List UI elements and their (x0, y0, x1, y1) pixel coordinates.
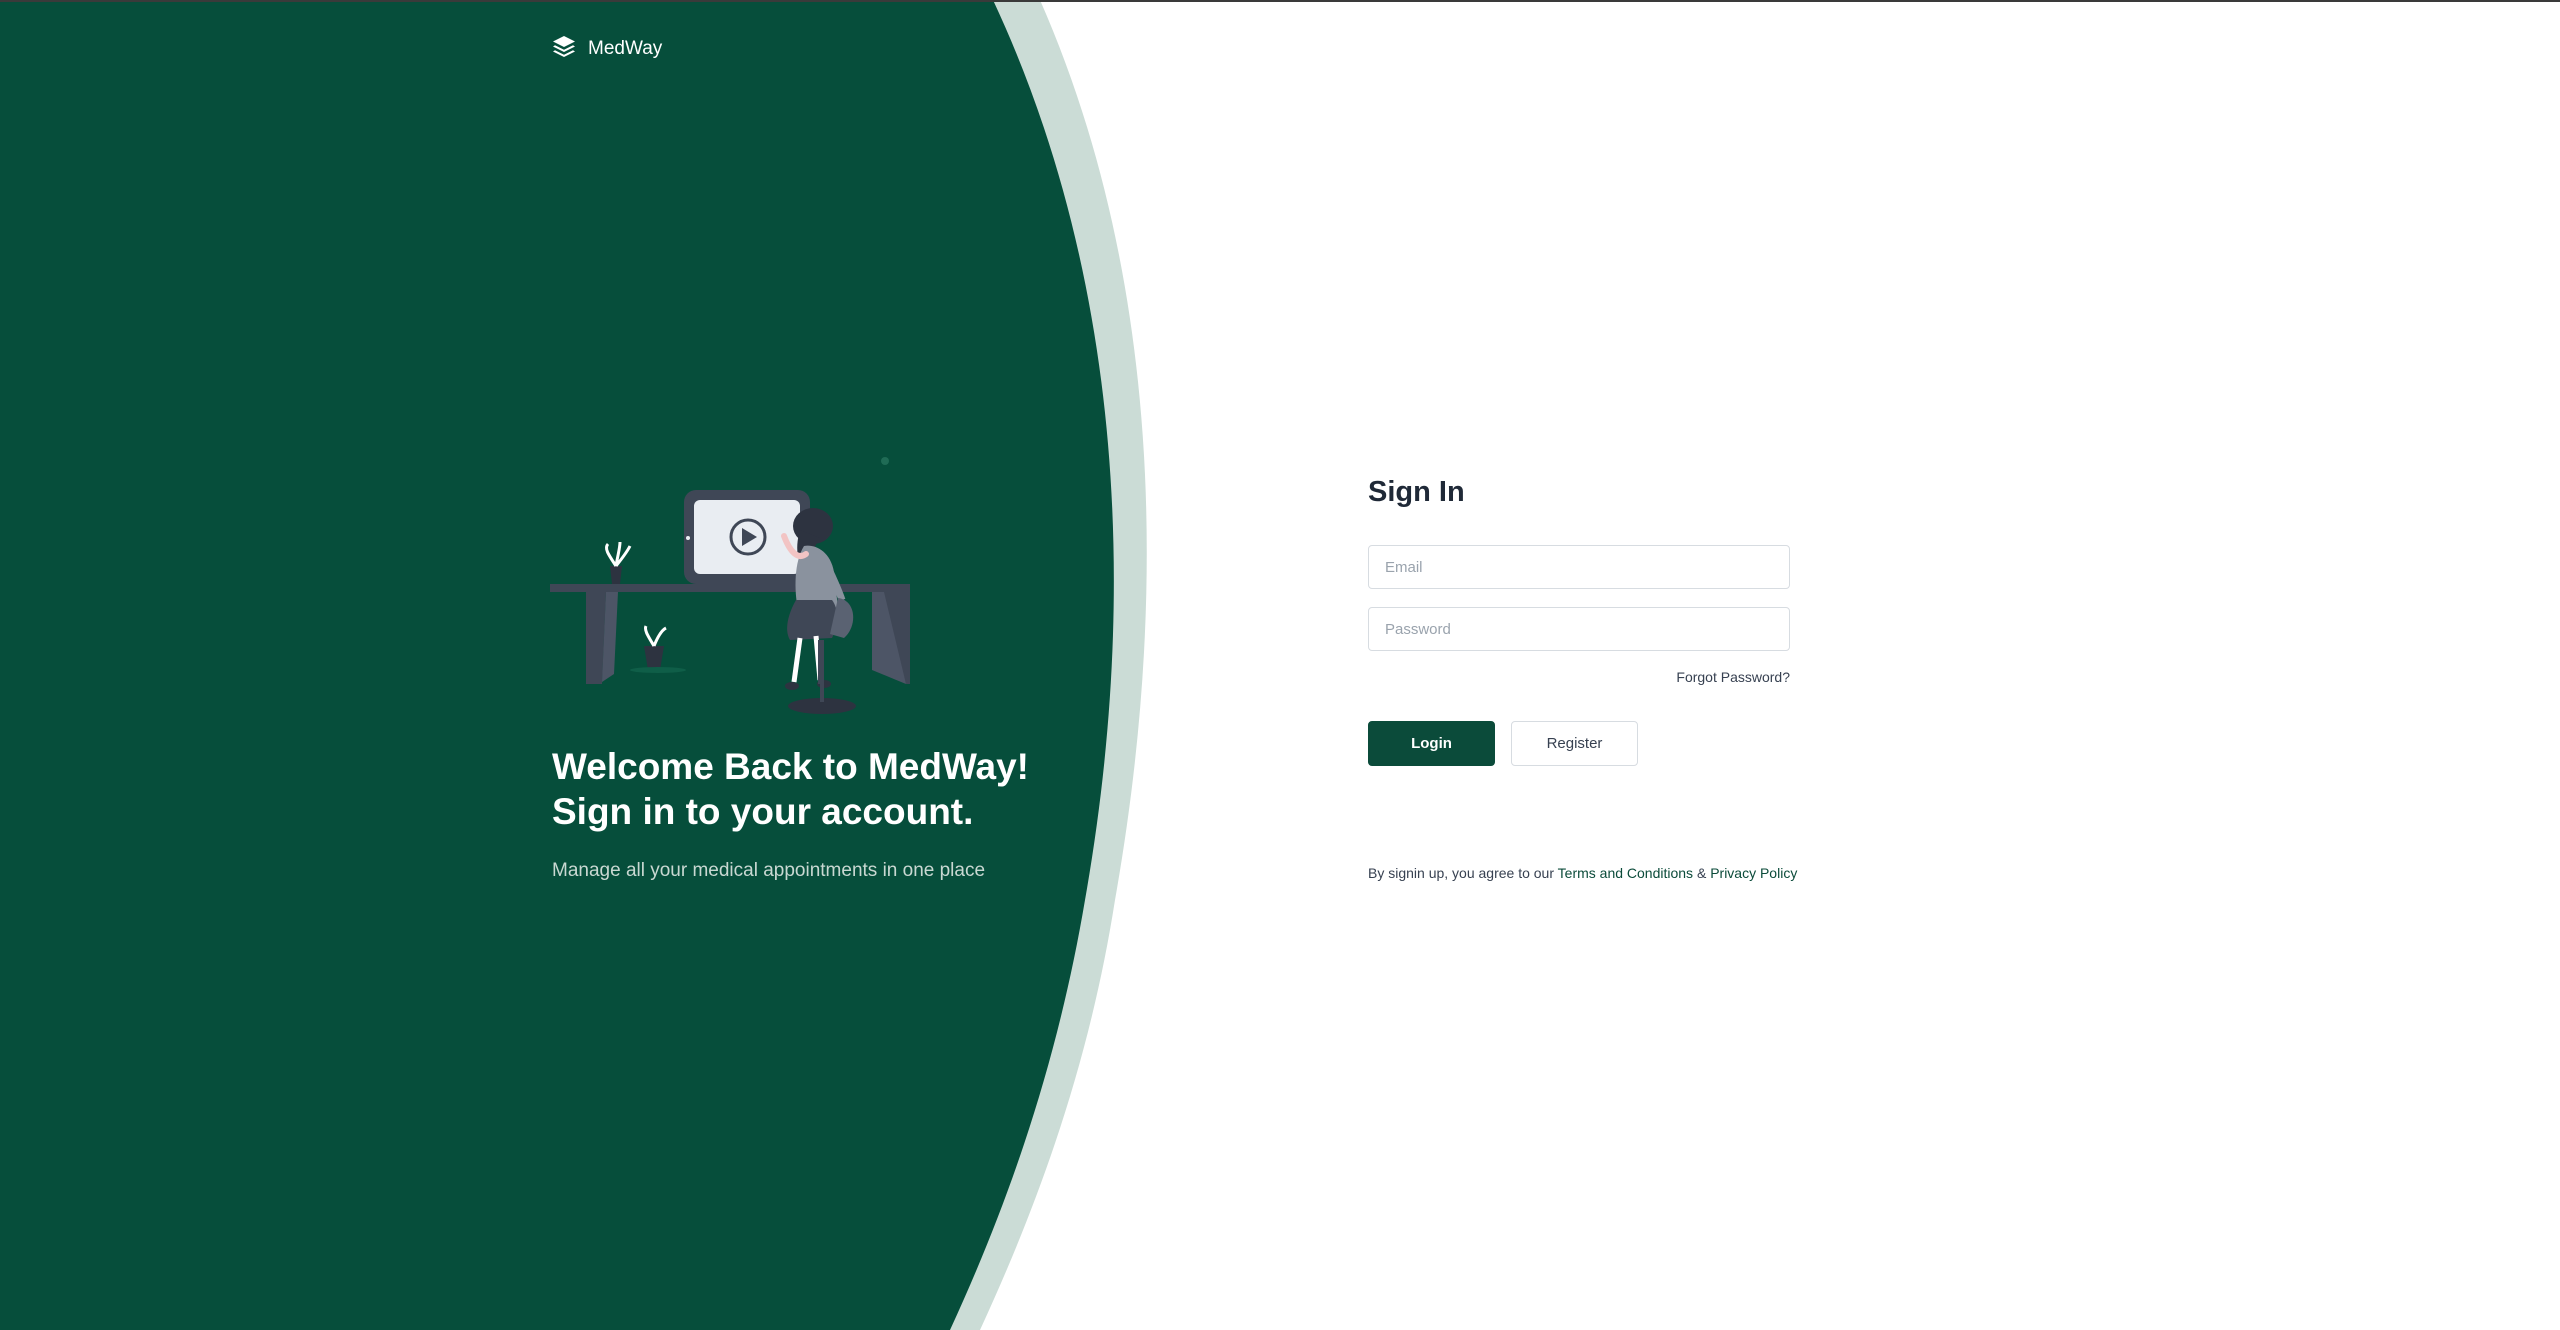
terms-ampersand: & (1693, 865, 1711, 881)
brand[interactable]: MedWay (552, 34, 662, 63)
signin-title: Sign In (1368, 476, 1465, 508)
top-border (0, 0, 2560, 2)
hero-title-line1: Welcome Back to MedWay! (552, 746, 1030, 787)
forgot-password-link[interactable]: Forgot Password? (1660, 669, 1790, 685)
terms-link[interactable]: Terms and Conditions (1558, 865, 1693, 881)
login-button[interactable]: Login (1368, 721, 1495, 766)
password-field[interactable] (1368, 607, 1790, 651)
hero-subtitle: Manage all your medical appointments in … (552, 860, 986, 881)
green-arc-background (0, 0, 1147, 1330)
privacy-policy-link[interactable]: Privacy Policy (1710, 865, 1797, 881)
register-button[interactable]: Register (1511, 721, 1638, 766)
terms-prefix: By signin up, you agree to our (1368, 865, 1558, 881)
terms-notice: By signin up, you agree to our Terms and… (1368, 865, 1797, 881)
hero-title: Welcome Back to MedWay! Sign in to your … (552, 744, 1112, 834)
email-field[interactable] (1368, 545, 1790, 589)
hero-title-line2: Sign in to your account. (552, 791, 974, 832)
brand-name: MedWay (588, 37, 663, 59)
desk-illustration (550, 490, 910, 714)
layers-icon (552, 34, 576, 63)
